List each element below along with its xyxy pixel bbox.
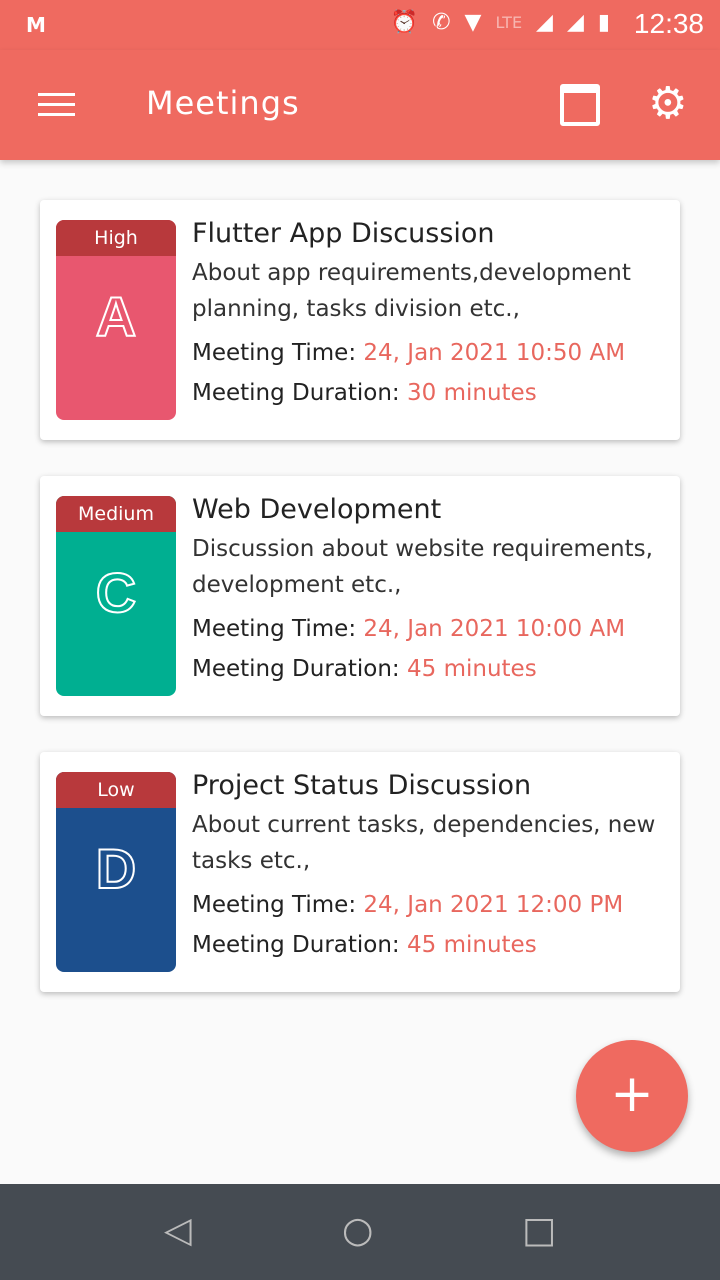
meeting-description: About app requirements,development plann… bbox=[192, 260, 631, 322]
meeting-initial: D bbox=[95, 836, 137, 901]
back-icon[interactable]: ◁ bbox=[164, 1210, 192, 1251]
carrier-icon: M bbox=[26, 13, 46, 37]
add-meeting-button[interactable]: + bbox=[576, 1040, 688, 1152]
meeting-duration: 45 minutes bbox=[407, 932, 537, 958]
lte-icon: LTE bbox=[495, 13, 523, 32]
clock: 12:38 bbox=[633, 8, 704, 39]
home-icon[interactable]: ○ bbox=[342, 1210, 373, 1251]
gear-icon[interactable]: ⚙ bbox=[648, 78, 687, 129]
recents-icon[interactable]: □ bbox=[522, 1210, 556, 1251]
signal-icon: ◢ bbox=[566, 10, 584, 35]
meeting-time-label: Meeting Time: bbox=[192, 616, 357, 642]
meeting-duration-label: Meeting Duration: bbox=[192, 932, 400, 958]
priority-label: Medium bbox=[56, 496, 176, 532]
menu-icon[interactable] bbox=[38, 93, 75, 117]
priority-badge: Medium C bbox=[56, 496, 176, 696]
meeting-description: About current tasks, dependencies, new t… bbox=[192, 812, 656, 874]
meeting-card[interactable]: Medium C Web Development Discussion abou… bbox=[40, 476, 680, 716]
page-title: Meetings bbox=[146, 84, 300, 122]
priority-badge: High A bbox=[56, 220, 176, 420]
meeting-title: Flutter App Discussion bbox=[192, 218, 495, 249]
signal-icon: ◢ bbox=[536, 10, 553, 35]
meeting-initial: C bbox=[95, 560, 137, 625]
battery-icon: ▮ bbox=[597, 10, 610, 35]
meeting-time: 24, Jan 2021 10:50 AM bbox=[363, 340, 626, 366]
meeting-title: Web Development bbox=[192, 494, 442, 525]
meeting-title: Project Status Discussion bbox=[192, 770, 532, 801]
wifi-icon: ▼ bbox=[464, 10, 482, 35]
meeting-duration: 30 minutes bbox=[407, 380, 537, 406]
calendar-icon[interactable] bbox=[560, 84, 600, 126]
meeting-description: Discussion about website requirements, d… bbox=[192, 536, 653, 598]
status-bar: M ⏰ ✆ ▼ LTE ◢ ◢ ▮ 12:38 bbox=[0, 0, 720, 50]
priority-label: High bbox=[56, 220, 176, 256]
meeting-initial: A bbox=[95, 284, 137, 349]
meeting-time-label: Meeting Time: bbox=[192, 340, 357, 366]
meeting-duration-label: Meeting Duration: bbox=[192, 380, 400, 406]
meeting-card[interactable]: Low D Project Status Discussion About cu… bbox=[40, 752, 680, 992]
meeting-duration-label: Meeting Duration: bbox=[192, 656, 400, 682]
priority-badge: Low D bbox=[56, 772, 176, 972]
meeting-card[interactable]: High A Flutter App Discussion About app … bbox=[40, 200, 680, 440]
meeting-time: 24, Jan 2021 10:00 AM bbox=[363, 616, 626, 642]
priority-label: Low bbox=[56, 772, 176, 808]
app-bar: Meetings ⚙ bbox=[0, 50, 720, 160]
call-lte-icon: ✆ bbox=[432, 10, 451, 35]
meeting-duration: 45 minutes bbox=[407, 656, 537, 682]
meeting-time: 24, Jan 2021 12:00 PM bbox=[363, 892, 624, 918]
alarm-icon: ⏰ bbox=[390, 10, 419, 35]
meeting-time-label: Meeting Time: bbox=[192, 892, 357, 918]
navigation-bar: ◁ ○ □ bbox=[0, 1184, 720, 1280]
